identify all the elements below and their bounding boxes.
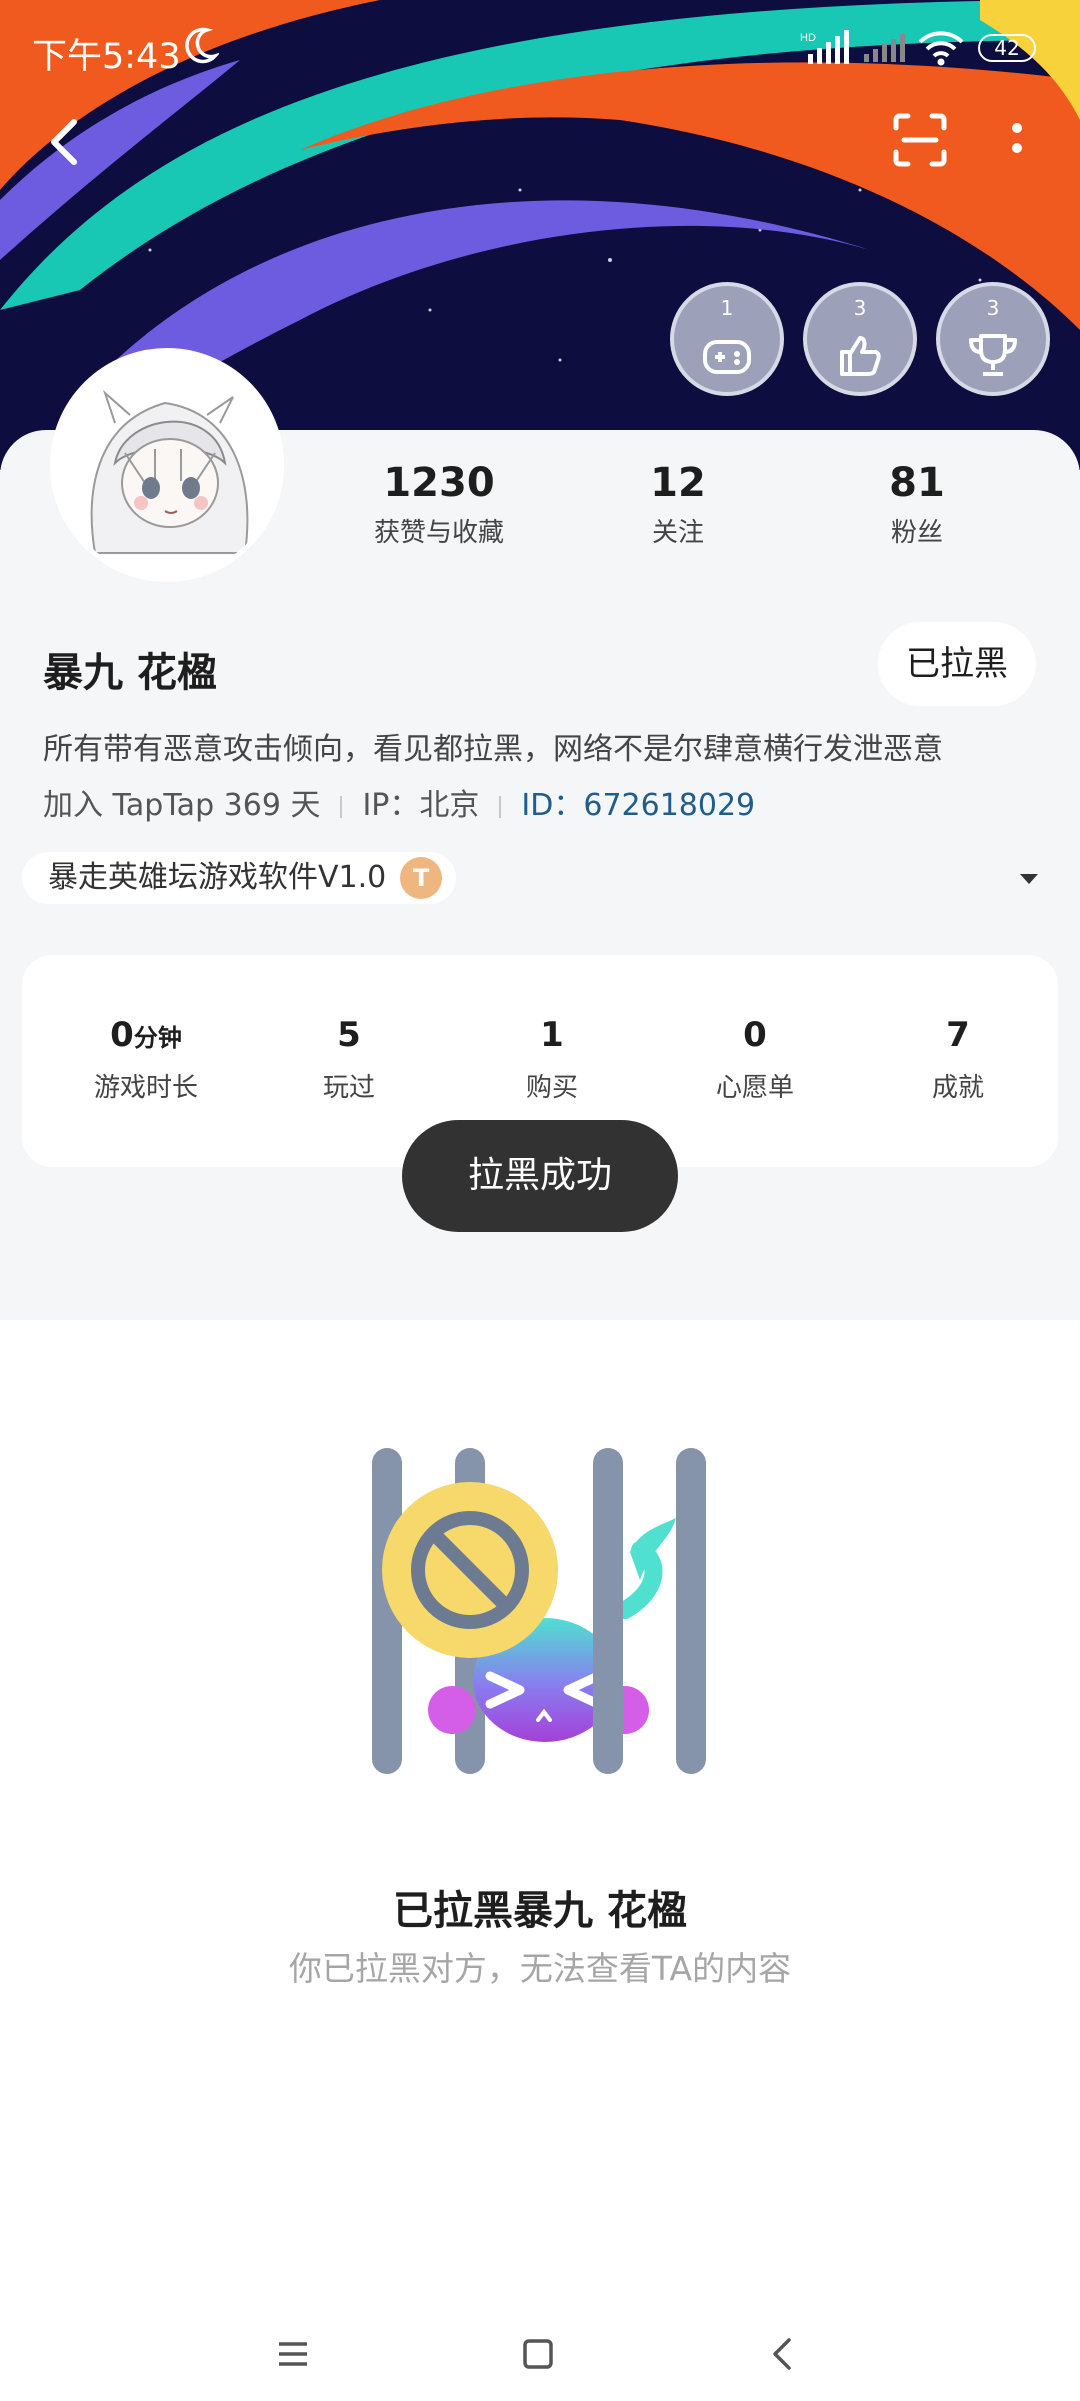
stat-likes[interactable]: 1230 获赞与收藏	[339, 460, 539, 549]
do-not-disturb-moon-icon	[185, 27, 219, 64]
toast-message: 拉黑成功	[402, 1120, 678, 1232]
stat-following[interactable]: 12 关注	[578, 460, 778, 549]
empty-state-title: 已拉黑暴九 花楹	[393, 1888, 687, 1934]
wifi-icon	[918, 31, 964, 66]
ip-location: IP：北京	[362, 788, 480, 823]
username: 暴九 花楹	[43, 650, 217, 696]
stat-purchased[interactable]: 1 购买	[472, 1015, 632, 1104]
divider	[340, 795, 343, 818]
menu-icon[interactable]	[263, 2324, 323, 2384]
empty-state-subtitle: 你已拉黑对方，无法查看TA的内容	[288, 1949, 792, 1988]
stat-played[interactable]: 5 玩过	[269, 1015, 429, 1104]
thumbs-up-icon	[840, 336, 881, 376]
divider	[499, 795, 502, 818]
back-button[interactable]	[42, 112, 86, 172]
avatar-illustration	[55, 353, 279, 577]
system-nav-bar	[0, 2300, 1080, 2401]
badge-gamepad[interactable]: 1	[670, 282, 784, 396]
cellular-signal-icon: HD	[800, 30, 849, 64]
gamepad-icon	[703, 340, 751, 374]
badge-achievements[interactable]: 3	[936, 282, 1050, 396]
more-options-icon[interactable]	[1005, 118, 1029, 168]
status-time: 下午5:43	[32, 37, 181, 77]
stat-play-time[interactable]: 0分钟 游戏时长	[66, 1015, 226, 1104]
expand-down-icon[interactable]	[1018, 872, 1040, 886]
game-tag-label: 暴走英雄坛游戏软件V1.0	[48, 860, 387, 895]
blocked-button[interactable]: 已拉黑	[878, 622, 1036, 706]
battery-indicator: 42	[978, 34, 1036, 62]
avatar[interactable]	[50, 348, 284, 582]
user-id[interactable]: ID：672618029	[521, 788, 755, 823]
svg-text:HD: HD	[800, 32, 816, 44]
joined-days: 加入 TapTap 369 天	[43, 788, 321, 823]
taptap-level-icon: T	[400, 857, 443, 899]
badge-likes[interactable]: 3	[803, 282, 917, 396]
stat-followers[interactable]: 81 粉丝	[817, 460, 1017, 549]
cellular-signal-2-icon	[864, 34, 905, 62]
scan-icon[interactable]	[892, 112, 948, 168]
home-icon[interactable]	[508, 2324, 568, 2384]
stat-achievements[interactable]: 7 成就	[878, 1015, 1038, 1104]
blocked-illustration	[372, 1448, 706, 1774]
status-bar: 下午5:43 HD 42	[0, 0, 1080, 100]
game-tag[interactable]: 暴走英雄坛游戏软件V1.0 T	[22, 852, 457, 904]
trophy-icon	[969, 334, 1017, 376]
stat-wishlist[interactable]: 0 心愿单	[675, 1015, 835, 1104]
back-nav-icon[interactable]	[753, 2324, 813, 2384]
bio: 所有带有恶意攻击倾向，看见都拉黑，网络不是尔肆意横行发泄恶意	[43, 732, 943, 767]
profile-meta: 加入 TapTap 369 天 IP：北京 ID：672618029	[43, 780, 755, 824]
